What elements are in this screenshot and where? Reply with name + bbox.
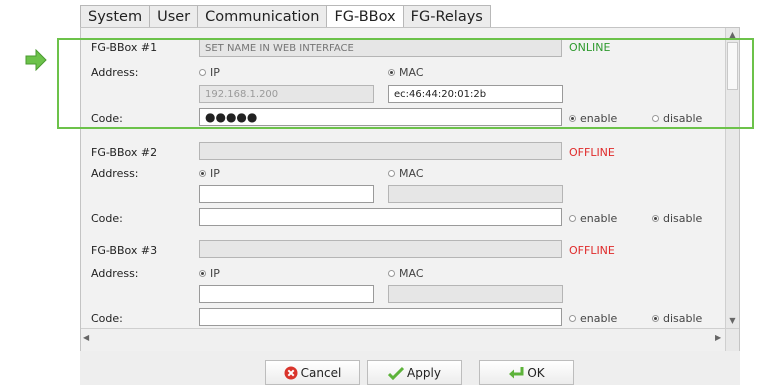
radio-off-icon [388,270,395,277]
bbox-2-name-field [199,142,562,160]
bbox-1-code-field[interactable]: ●●●●● [199,108,562,126]
red-x-icon [284,366,298,380]
bbox-2-code-label: Code: [91,212,123,225]
scroll-left-arrow-icon[interactable]: ◀ [83,333,89,342]
bbox-2-mac-radio[interactable]: MAC [388,167,424,180]
scroll-right-arrow-icon[interactable]: ▶ [715,333,721,342]
bbox-3-title: FG-BBox #3 [91,244,158,257]
bbox-1-status: ONLINE [569,41,611,54]
radio-on-icon [388,69,395,76]
bbox-2-title: FG-BBox #2 [91,146,158,159]
apply-button[interactable]: Apply [367,360,462,385]
bbox-2-mac-field [388,185,563,203]
radio-on-icon [199,170,206,177]
vertical-scroll-thumb[interactable] [727,42,738,90]
radio-off-icon [569,215,576,222]
bbox-1-mac-radio[interactable]: MAC [388,66,424,79]
radio-off-icon [199,69,206,76]
bbox-1-address-label: Address: [91,66,139,79]
bbox-2-ip-radio[interactable]: IP [199,167,220,180]
bbox-3-enable-radio[interactable]: enable [569,312,617,325]
bbox-3-ip-field[interactable] [199,285,374,303]
button-bar: Cancel Apply OK [80,351,740,385]
radio-off-icon [569,315,576,322]
bbox-2-enable-radio[interactable]: enable [569,212,617,225]
bbox-3-mac-radio[interactable]: MAC [388,267,424,280]
radio-off-icon [388,170,395,177]
tab-user[interactable]: User [150,5,199,28]
bbox-1-ip-field [199,85,374,103]
bbox-1-mac-field[interactable] [388,85,563,103]
scroll-up-arrow-icon[interactable]: ▲ [726,30,739,40]
settings-panel: FG-BBox #1 ONLINE Address: IP MAC Code: … [80,27,740,351]
scroll-down-arrow-icon[interactable]: ▼ [726,316,739,326]
radio-off-icon [652,115,659,122]
green-check-icon [388,366,405,380]
bbox-2-code-field[interactable] [199,208,562,226]
cancel-button[interactable]: Cancel [265,360,360,385]
tab-communication[interactable]: Communication [198,5,328,28]
bbox-1-disable-radio[interactable]: disable [652,112,702,125]
tab-fg-bbox[interactable]: FG-BBox [327,5,404,28]
bbox-3-code-field[interactable] [199,308,562,326]
bbox-3-name-field [199,240,562,258]
bbox-3-status: OFFLINE [569,244,615,257]
bbox-1-code-label: Code: [91,112,123,125]
green-return-icon [508,366,524,380]
tab-system[interactable]: System [80,5,151,28]
bbox-list: FG-BBox #1 ONLINE Address: IP MAC Code: … [81,28,727,328]
green-arrow-icon [25,48,47,75]
radio-on-icon [199,270,206,277]
tab-bar: System User Communication FG-BBox FG-Rel… [80,5,491,28]
bbox-3-mac-field [388,285,563,303]
bbox-3-code-label: Code: [91,312,123,325]
horizontal-scrollbar[interactable]: ◀ ▶ [81,328,727,351]
tab-fg-relays[interactable]: FG-Relays [403,5,491,28]
bbox-1-ip-radio[interactable]: IP [199,66,220,79]
bbox-3-address-label: Address: [91,267,139,280]
radio-on-icon [652,215,659,222]
bbox-3-ip-radio[interactable]: IP [199,267,220,280]
bbox-1-title: FG-BBox #1 [91,41,158,54]
scroll-corner [725,328,739,351]
ok-button[interactable]: OK [479,360,574,385]
vertical-scrollbar[interactable]: ▲ ▼ [725,28,739,328]
bbox-1-name-field [199,39,562,57]
bbox-2-status: OFFLINE [569,146,615,159]
radio-on-icon [652,315,659,322]
bbox-1-enable-radio[interactable]: enable [569,112,617,125]
bbox-3-disable-radio[interactable]: disable [652,312,702,325]
bbox-2-disable-radio[interactable]: disable [652,212,702,225]
bbox-2-ip-field[interactable] [199,185,374,203]
bbox-2-address-label: Address: [91,167,139,180]
radio-on-icon [569,115,576,122]
